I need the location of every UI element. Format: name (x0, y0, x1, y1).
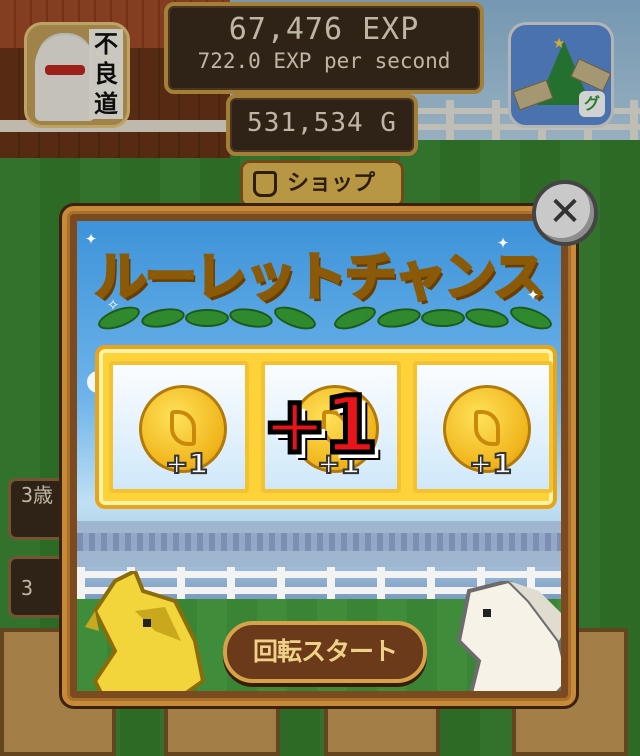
sparkle-icon: ✦ (497, 229, 510, 253)
spin-start-button[interactable]: 回転スタート (223, 621, 427, 683)
roulette-popup: ルーレットチャンス ✦ ✦ ✦ ✧ +1 +1 +1 +1 回転スタート (62, 206, 576, 706)
roulette-reel: +1 (413, 361, 553, 493)
leaf-icon (271, 302, 319, 334)
sparkle-icon: ✦ (527, 281, 540, 305)
reel-value: +1 (164, 446, 209, 481)
coin-emblem (170, 410, 196, 446)
coin-emblem (474, 410, 500, 446)
grandstand (77, 533, 561, 551)
popup-scene: ルーレットチャンス ✦ ✦ ✦ ✧ +1 +1 +1 +1 回転スタート (77, 221, 561, 691)
sparkle-icon: ✦ (85, 225, 98, 249)
leaf-icon (421, 309, 465, 327)
leaf-garland (95, 302, 555, 337)
yellow-horse-icon (85, 571, 206, 691)
roulette-reel: +1 (109, 361, 249, 493)
close-button[interactable]: ✕ (532, 180, 598, 246)
leaf-icon (463, 305, 511, 331)
white-horse-icon (456, 581, 561, 691)
leaf-icon (507, 302, 555, 334)
leaf-icon (227, 305, 275, 331)
leaf-icon (331, 302, 379, 334)
leaf-icon (95, 302, 143, 334)
bonus-value: +1 (260, 379, 381, 474)
leaf-icon (375, 305, 423, 331)
leaf-icon (185, 309, 229, 327)
reel-value: +1 (468, 446, 513, 481)
leaf-icon (139, 305, 187, 331)
popup-title: ルーレットチャンス (93, 247, 546, 310)
close-icon: ✕ (548, 189, 582, 235)
